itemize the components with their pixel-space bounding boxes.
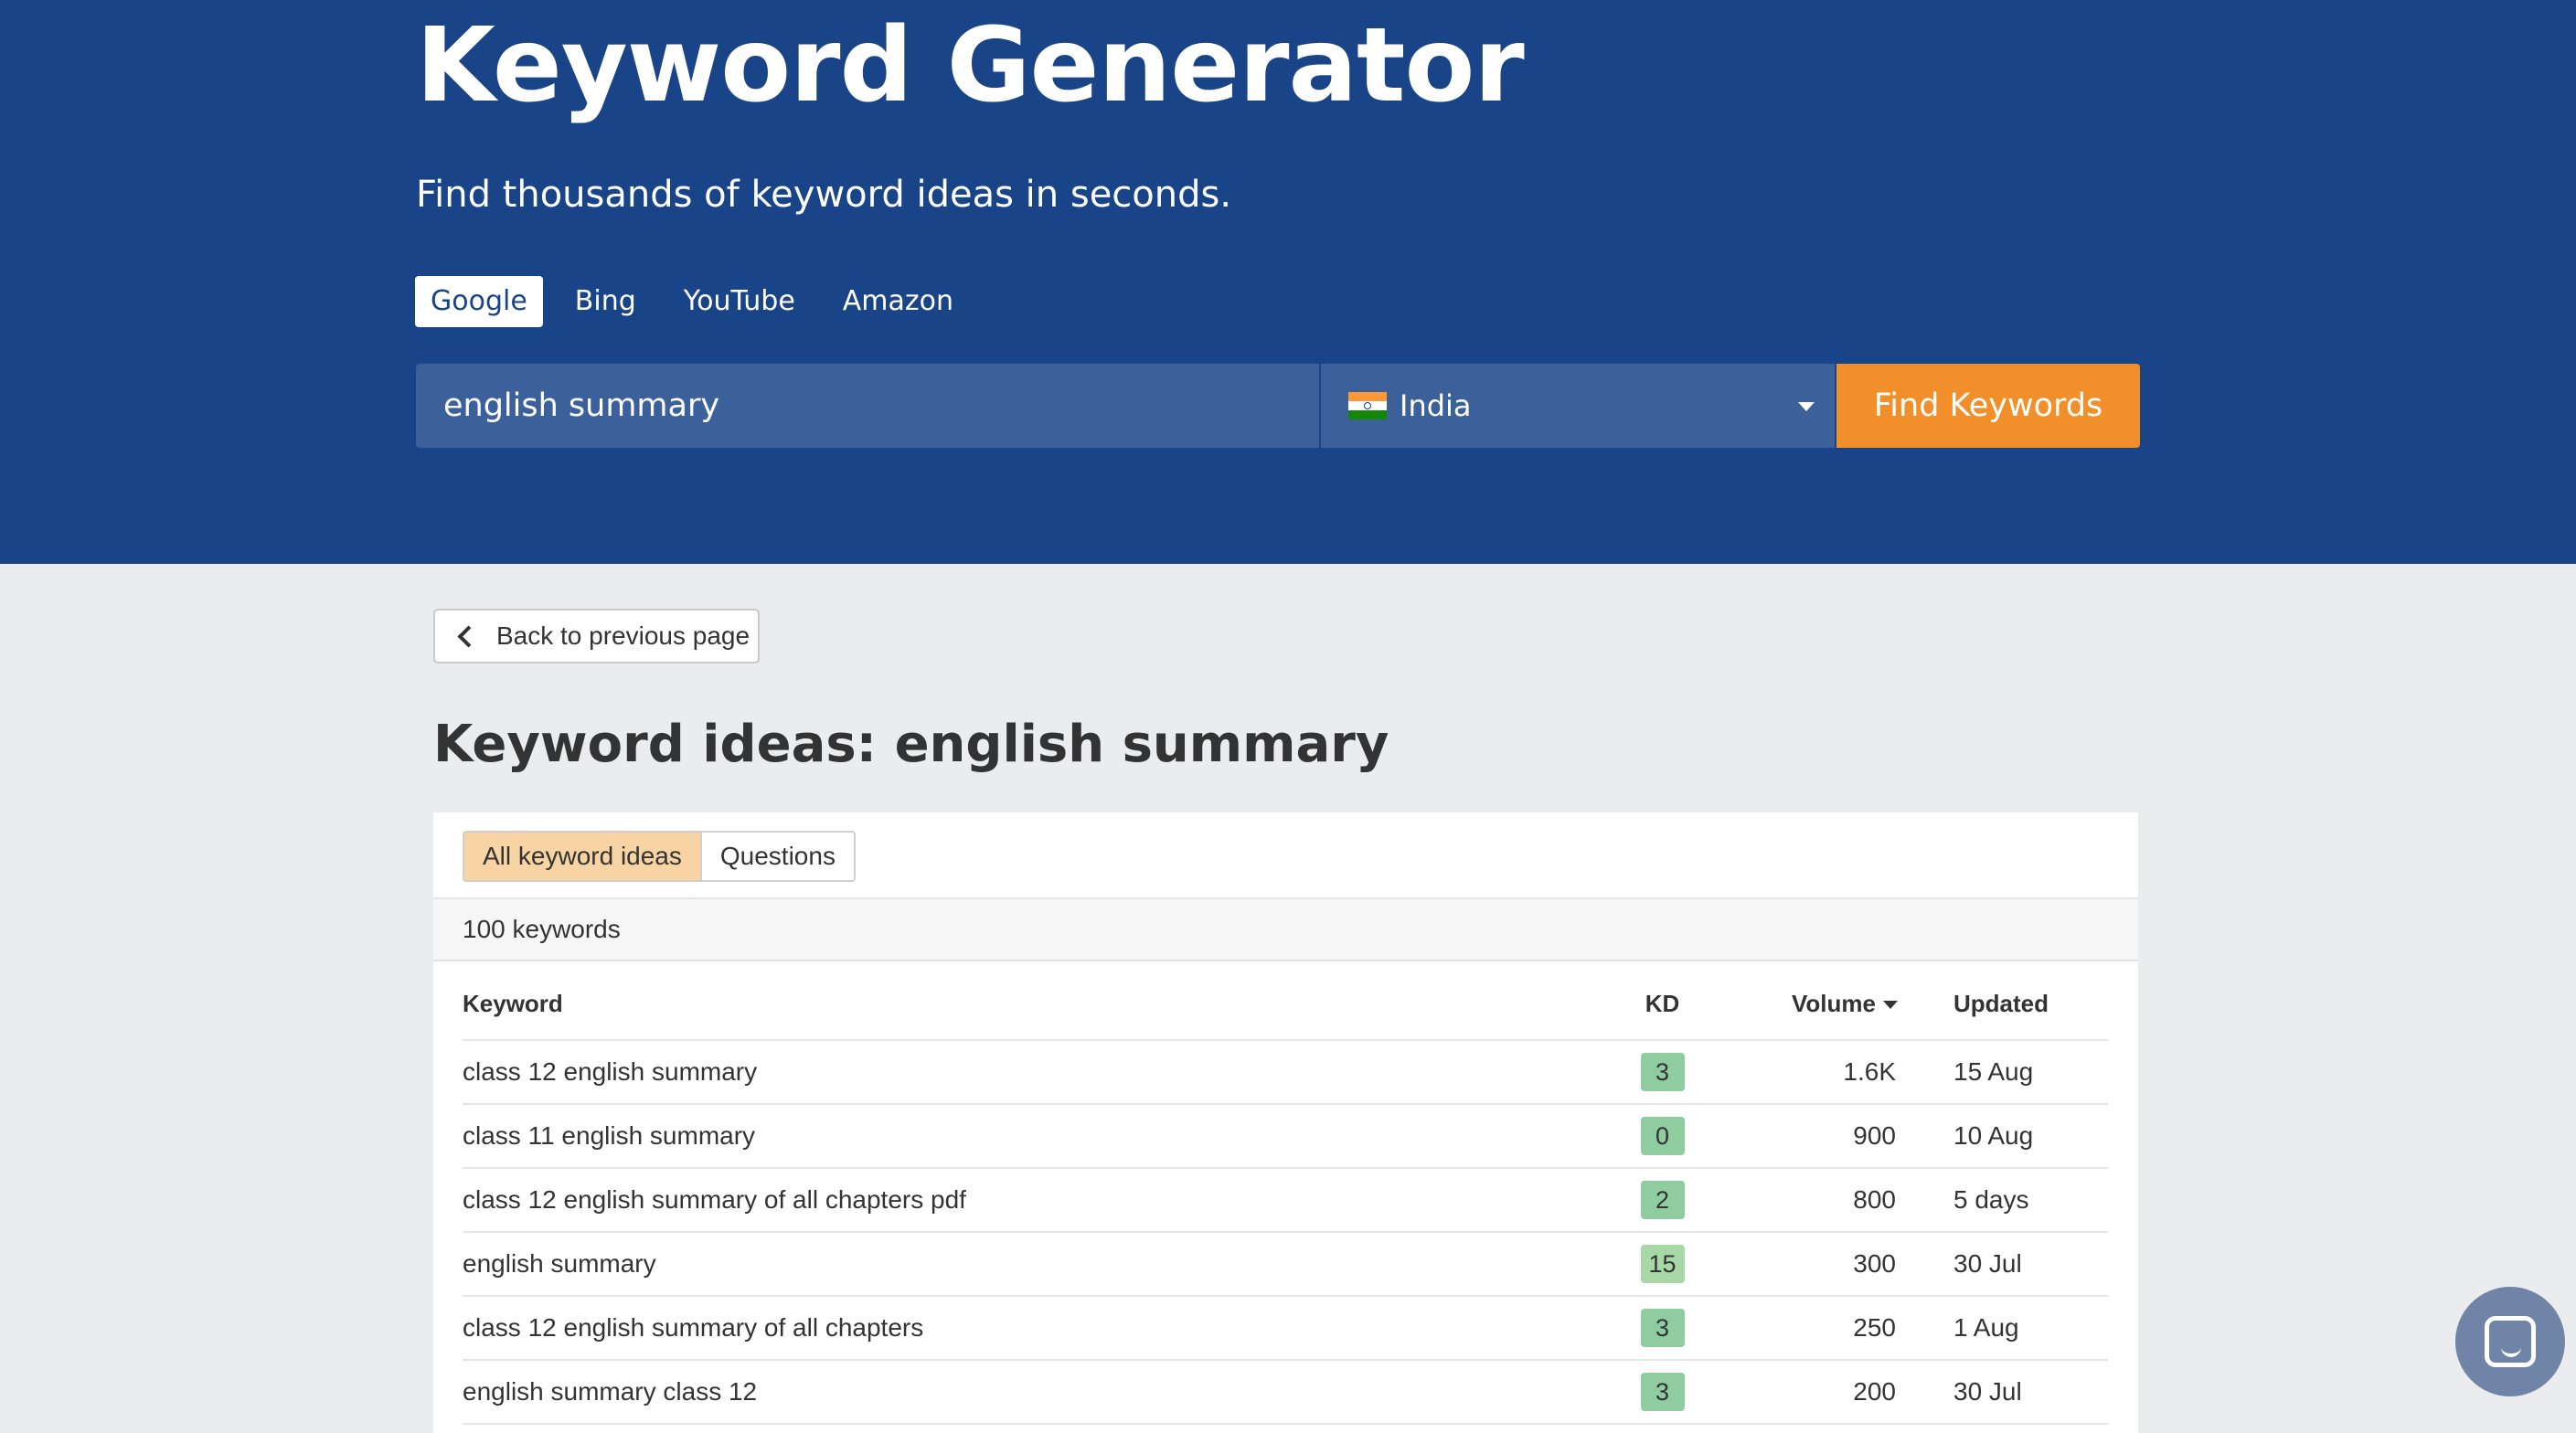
back-button[interactable]: Back to previous page bbox=[433, 609, 760, 663]
column-header-keyword[interactable]: Keyword bbox=[463, 968, 1619, 1041]
keyword-table-body: class 12 english summary 3 1.6K 15 Aug class… bbox=[463, 1040, 2108, 1425]
page-subtitle: Find thousands of keyword ideas in secon… bbox=[416, 174, 1232, 216]
kd-cell: 2 bbox=[1619, 1168, 1706, 1233]
keyword-cell[interactable]: class 11 english summary bbox=[463, 1104, 1619, 1169]
kd-cell: 3 bbox=[1619, 1360, 1706, 1425]
country-select-value: India bbox=[1400, 388, 1472, 423]
country-select[interactable]: India bbox=[1321, 364, 1835, 448]
kd-cell: 3 bbox=[1619, 1296, 1706, 1361]
engine-tab-google[interactable]: Google bbox=[415, 276, 543, 327]
keyword-cell[interactable]: english summary bbox=[463, 1232, 1619, 1297]
back-button-label: Back to previous page bbox=[496, 621, 750, 650]
updated-cell: 15 Aug bbox=[1898, 1040, 2108, 1105]
table-row: class 12 english summary of all chapters… bbox=[463, 1296, 2108, 1361]
results-count-bar: 100 keywords bbox=[433, 897, 2138, 961]
kd-badge: 15 bbox=[1640, 1245, 1685, 1283]
results-panel: All keyword ideas Questions 100 keywords… bbox=[433, 812, 2138, 1433]
keyword-cell[interactable]: class 12 english summary bbox=[463, 1040, 1619, 1105]
caret-down-icon bbox=[1798, 402, 1815, 411]
volume-cell: 250 bbox=[1706, 1296, 1898, 1361]
results-title: Keyword ideas: english summary bbox=[433, 715, 1389, 774]
kd-badge: 3 bbox=[1640, 1373, 1685, 1411]
chat-icon bbox=[2485, 1316, 2536, 1367]
updated-cell: 10 Aug bbox=[1898, 1104, 2108, 1169]
volume-cell: 200 bbox=[1706, 1360, 1898, 1425]
page-title: Keyword Generator bbox=[416, 6, 1525, 125]
column-header-updated[interactable]: Updated bbox=[1898, 968, 2108, 1041]
table-row: english summary class 12 3 200 30 Jul bbox=[463, 1360, 2108, 1425]
kd-cell: 0 bbox=[1619, 1104, 1706, 1169]
sort-desc-icon bbox=[1883, 1001, 1898, 1010]
column-header-volume[interactable]: Volume bbox=[1706, 968, 1898, 1041]
column-header-kd[interactable]: KD bbox=[1619, 968, 1706, 1041]
updated-cell: 30 Jul bbox=[1898, 1232, 2108, 1297]
kd-badge: 3 bbox=[1640, 1309, 1685, 1347]
kd-badge: 3 bbox=[1640, 1053, 1685, 1091]
volume-cell: 900 bbox=[1706, 1104, 1898, 1169]
kd-badge: 2 bbox=[1640, 1181, 1685, 1219]
engine-tab-amazon[interactable]: Amazon bbox=[827, 276, 969, 327]
volume-cell: 1.6K bbox=[1706, 1040, 1898, 1105]
table-row: class 11 english summary 0 900 10 Aug bbox=[463, 1104, 2108, 1169]
find-keywords-button[interactable]: Find Keywords bbox=[1836, 364, 2140, 448]
volume-cell: 300 bbox=[1706, 1232, 1898, 1297]
updated-cell: 1 Aug bbox=[1898, 1296, 2108, 1361]
chat-launcher-button[interactable] bbox=[2455, 1287, 2565, 1396]
table-row: english summary 15 300 30 Jul bbox=[463, 1232, 2108, 1297]
tab-questions[interactable]: Questions bbox=[702, 833, 854, 880]
keyword-table: Keyword KD Volume Updated class 12 engli… bbox=[463, 968, 2108, 1425]
keyword-input[interactable] bbox=[416, 364, 1319, 448]
updated-cell: 30 Jul bbox=[1898, 1360, 2108, 1425]
engine-tab-youtube[interactable]: YouTube bbox=[668, 276, 811, 327]
search-engine-tabs: Google Bing YouTube Amazon bbox=[415, 276, 985, 327]
keyword-cell[interactable]: class 12 english summary of all chapters… bbox=[463, 1168, 1619, 1233]
volume-cell: 800 bbox=[1706, 1168, 1898, 1233]
table-row: class 12 english summary 3 1.6K 15 Aug bbox=[463, 1040, 2108, 1105]
table-row: class 12 english summary of all chapters… bbox=[463, 1168, 2108, 1233]
keyword-cell[interactable]: class 12 english summary of all chapters bbox=[463, 1296, 1619, 1361]
india-flag-icon bbox=[1348, 392, 1387, 419]
column-header-volume-label: Volume bbox=[1792, 989, 1876, 1017]
tab-all-keyword-ideas[interactable]: All keyword ideas bbox=[464, 833, 702, 880]
keyword-cell[interactable]: english summary class 12 bbox=[463, 1360, 1619, 1425]
kd-cell: 3 bbox=[1619, 1040, 1706, 1105]
table-header-row: Keyword KD Volume Updated bbox=[463, 968, 2108, 1041]
hero-header: Keyword Generator Find thousands of keyw… bbox=[0, 0, 2576, 564]
engine-tab-bing[interactable]: Bing bbox=[559, 276, 652, 327]
chevron-left-icon bbox=[457, 624, 480, 648]
updated-cell: 5 days bbox=[1898, 1168, 2108, 1233]
search-form: India Find Keywords bbox=[416, 364, 2140, 448]
results-tabs: All keyword ideas Questions bbox=[463, 831, 856, 882]
kd-cell: 15 bbox=[1619, 1232, 1706, 1297]
kd-badge: 0 bbox=[1640, 1117, 1685, 1155]
keyword-count: 100 keywords bbox=[463, 915, 621, 943]
